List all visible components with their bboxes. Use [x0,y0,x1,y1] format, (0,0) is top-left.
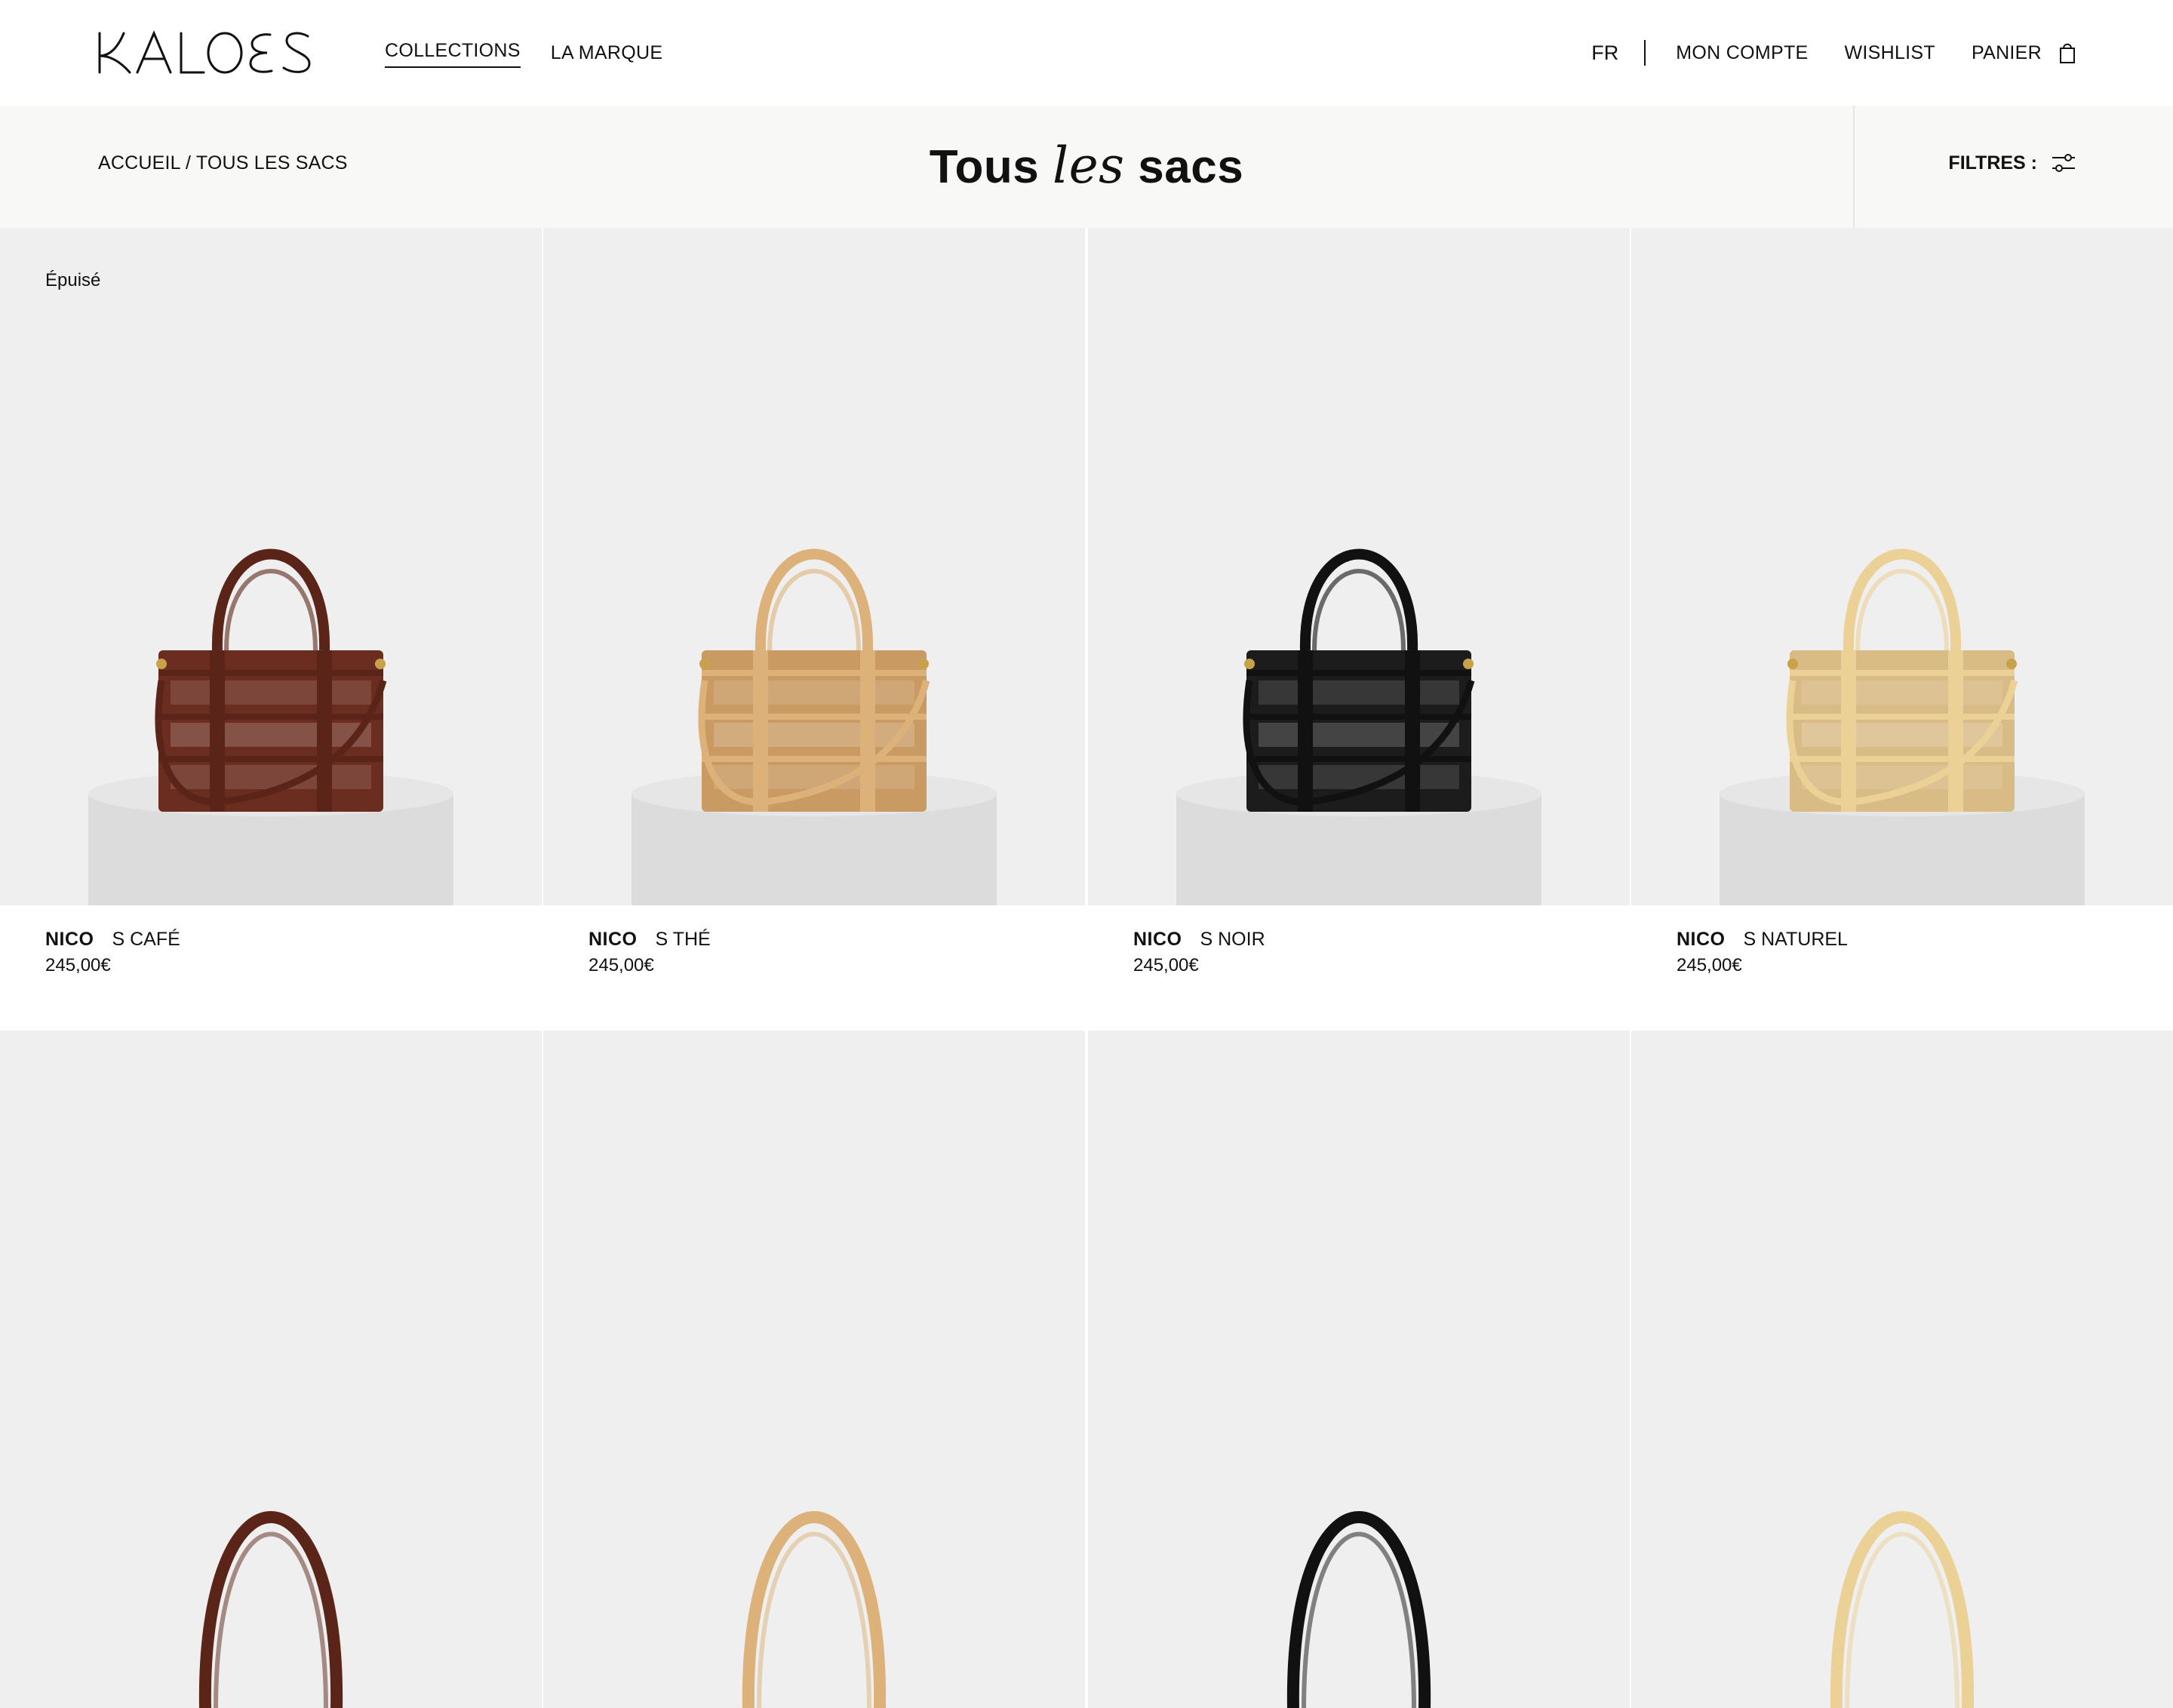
product-image[interactable] [1088,228,1630,905]
product-image[interactable] [1088,1031,1630,1708]
handbag-image [1720,548,2085,905]
handbag-image [632,548,997,905]
filters-button[interactable]: FILTRES : [1948,151,2076,175]
nav-collections[interactable]: COLLECTIONS [385,38,521,68]
product-variant: S NATUREL [1743,929,1848,950]
page-title: Tous les sacs [0,136,2173,198]
product-card[interactable] [543,1031,1085,1708]
nav-panier[interactable]: PANIER [1972,38,2042,68]
page-title-part2: sacs [1124,141,1244,193]
product-info: NICO S THÉ 245,00€ [543,905,1085,1008]
product-price: 245,00€ [1133,955,1199,975]
product-card[interactable] [1631,1031,2173,1708]
handbag-image [1176,548,1541,905]
product-card[interactable]: NICO S THÉ 245,00€ [543,228,1085,1008]
nav-separator [1644,40,1646,66]
site-header: COLLECTIONS LA MARQUE FR MON COMPTE WISH… [0,0,2173,106]
primary-nav: COLLECTIONS LA MARQUE [385,38,662,68]
product-model: NICO [1677,929,1726,950]
product-variant: S CAFÉ [112,929,180,950]
product-info: NICO S CAFÉ 245,00€ [0,905,542,1008]
product-image[interactable] [543,228,1085,905]
product-name[interactable]: NICO S CAFÉ [45,926,542,952]
language-switch[interactable]: FR [1591,38,1644,68]
nav-mon-compte[interactable]: MON COMPTE [1676,38,1808,68]
product-image[interactable]: Épuisé [0,228,542,905]
page-title-part1: Tous [929,141,1053,193]
product-card[interactable]: Épuisé NICO S CAFÉ 245,00€ [0,228,542,1008]
product-price: 245,00€ [1677,955,1742,975]
product-price: 245,00€ [45,955,111,975]
product-image[interactable] [1631,1031,2173,1708]
product-variant: S NOIR [1200,929,1265,950]
handbag-image [88,548,453,905]
product-name[interactable]: NICO S NATUREL [1677,926,2173,952]
collection-title-bar: ACCUEIL / TOUS LES SACS Tous les sacs FI… [0,106,2173,228]
shopping-bag-icon[interactable] [2058,41,2076,64]
sold-out-badge: Épuisé [45,270,101,290]
product-card[interactable] [1088,1031,1630,1708]
product-variant: S THÉ [655,929,711,950]
handbag-image [1830,1511,1975,1708]
product-image[interactable] [1631,228,2173,905]
sliders-icon [2052,154,2075,172]
handbag-image [1286,1511,1431,1708]
product-image[interactable] [0,1031,542,1708]
product-card[interactable]: NICO S NOIR 245,00€ [1088,228,1630,1008]
product-image[interactable] [543,1031,1085,1708]
nav-wishlist[interactable]: WISHLIST [1845,38,1935,68]
filters-label: FILTRES : [1948,152,2037,174]
product-info: NICO S NATUREL 245,00€ [1631,905,2173,1008]
product-name[interactable]: NICO S NOIR [1133,926,1630,952]
secondary-nav: FR MON COMPTE WISHLIST PANIER [1591,38,2076,68]
product-card[interactable] [0,1031,542,1708]
page-title-italic: les [1053,137,1125,195]
product-model: NICO [45,929,94,950]
brand-logo[interactable] [97,30,312,75]
nav-la-marque[interactable]: LA MARQUE [551,38,663,68]
product-model: NICO [1133,929,1182,950]
handbag-image [198,1511,343,1708]
product-model: NICO [589,929,638,950]
product-price: 245,00€ [589,955,654,975]
product-name[interactable]: NICO S THÉ [589,926,1085,952]
filter-divider [1853,106,1855,228]
product-card[interactable]: NICO S NATUREL 245,00€ [1631,228,2173,1008]
handbag-image [742,1511,887,1708]
product-info: NICO S NOIR 245,00€ [1088,905,1630,1008]
